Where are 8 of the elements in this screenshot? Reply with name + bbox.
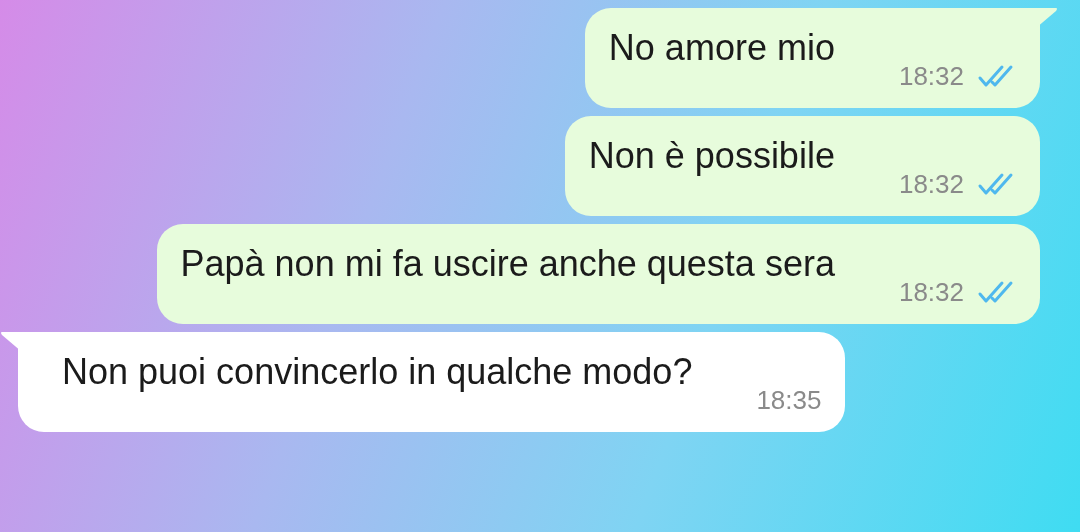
message-text: Non è possibile	[588, 134, 835, 178]
message-time: 18:32	[898, 60, 964, 93]
message-time: 18:32	[898, 168, 964, 201]
message-time: 18:32	[898, 276, 964, 309]
message-text: Non puoi convincerlo in qualche modo?	[62, 350, 693, 394]
message-time: 18:35	[756, 384, 822, 417]
message-text: Papà non mi fa uscire anche questa sera	[180, 242, 835, 286]
message-text: No amore mio	[608, 26, 835, 70]
